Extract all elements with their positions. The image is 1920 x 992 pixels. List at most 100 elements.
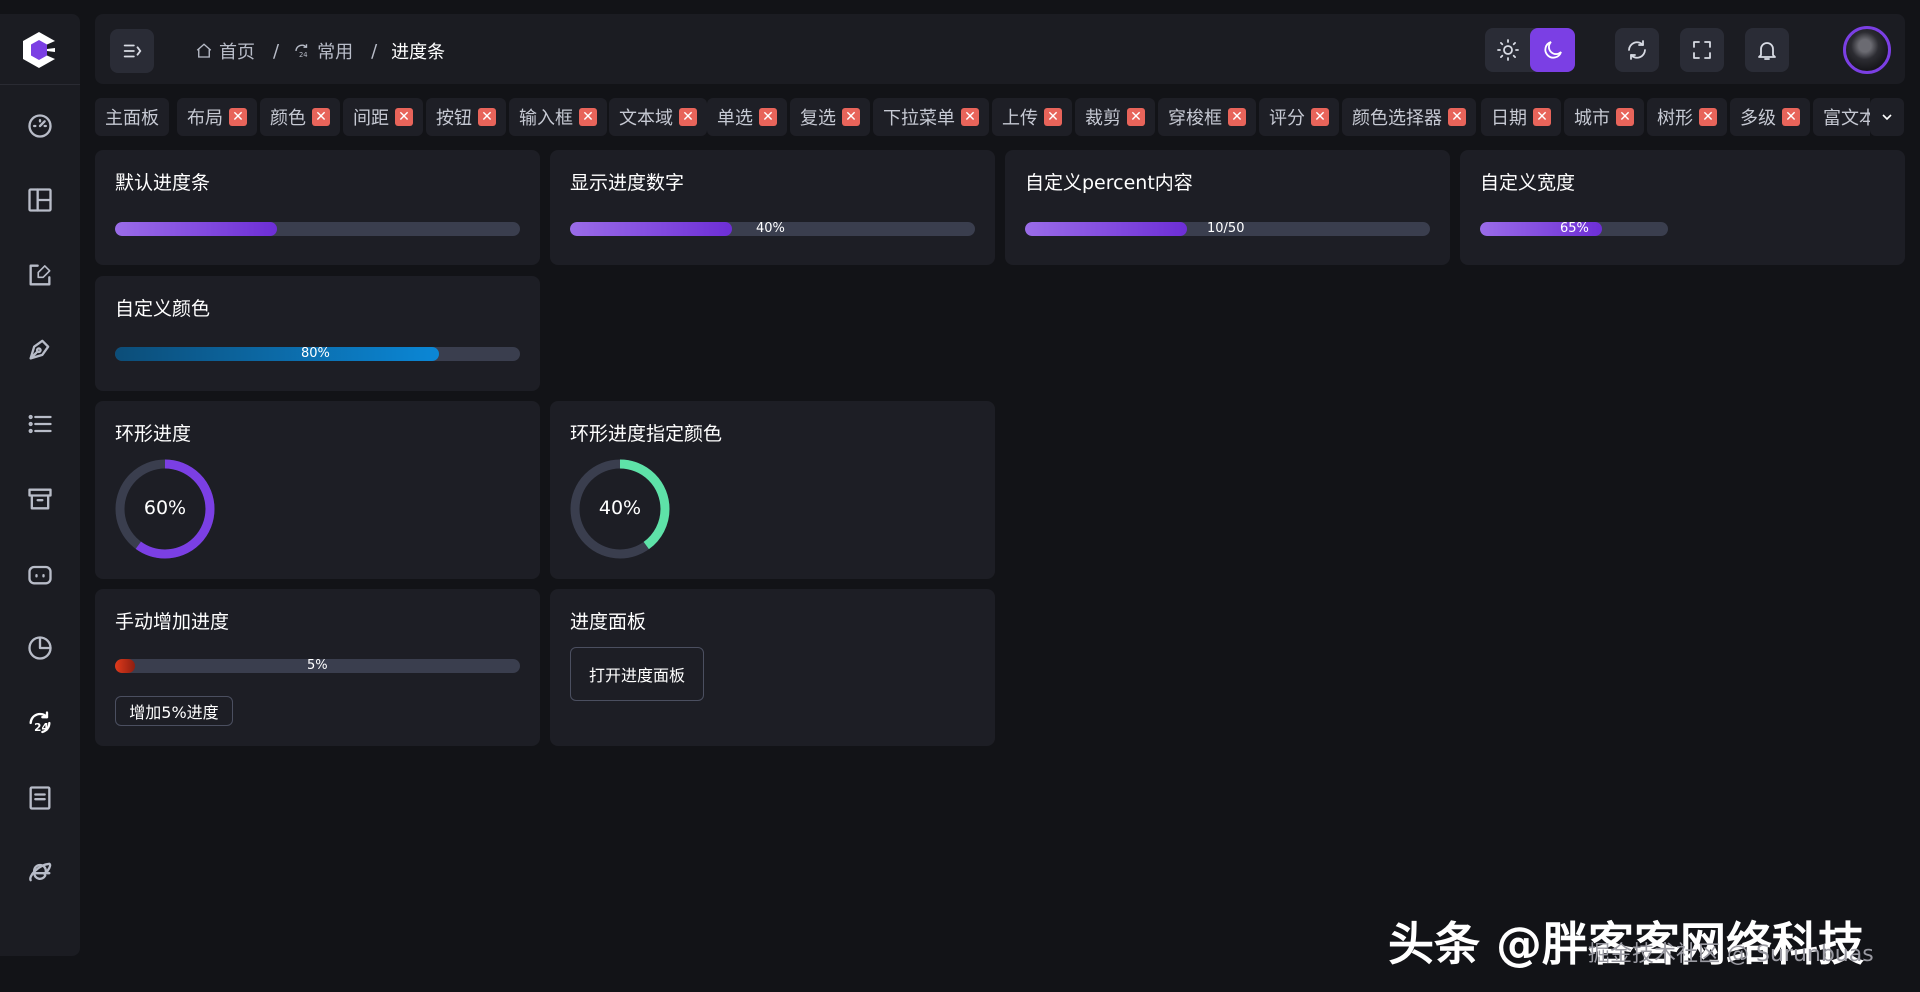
breadcrumb-current: 进度条	[391, 38, 445, 64]
light-theme-button[interactable]	[1485, 28, 1530, 72]
progress-fill	[115, 659, 136, 673]
close-icon[interactable]: ✕	[1044, 108, 1062, 126]
close-icon[interactable]: ✕	[759, 108, 777, 126]
sidebar-item-browser[interactable]	[20, 852, 60, 892]
close-icon[interactable]: ✕	[312, 108, 330, 126]
progress-fill	[115, 222, 277, 236]
tab-color[interactable]: 颜色 ✕	[260, 98, 340, 136]
tab-input[interactable]: 输入框 ✕	[509, 98, 607, 136]
tab-label: 城市	[1574, 108, 1610, 129]
tab-dropdown[interactable]: 下拉菜单 ✕	[873, 98, 989, 136]
card-progress-panel: 进度面板 打开进度面板	[550, 589, 995, 746]
header: 首页 / 24 常用 / 进度条	[95, 14, 1905, 84]
card-title: 自定义percent内容	[1025, 172, 1193, 194]
close-icon[interactable]: ✕	[961, 108, 979, 126]
card-title: 显示进度数字	[570, 172, 685, 194]
card-title: 自定义颜色	[115, 298, 211, 320]
tab-layout[interactable]: 布局 ✕	[177, 98, 257, 136]
progress-label: 80%	[301, 347, 330, 361]
breadcrumb-common-label: 常用	[317, 42, 354, 63]
avatar[interactable]	[1843, 26, 1891, 74]
close-icon[interactable]: ✕	[1228, 108, 1246, 126]
sidebar-item-list[interactable]	[20, 404, 60, 444]
tab-bar: 主面板 布局 ✕ 颜色 ✕ 间距 ✕ 按钮 ✕ 输入框 ✕ 文本域 ✕ 单选 ✕ 复选 ✕ 下拉…	[95, 98, 1870, 136]
close-icon[interactable]: ✕	[1699, 108, 1717, 126]
tab-spacing[interactable]: 间距 ✕	[343, 98, 423, 136]
sidebar-item-common[interactable]: 24	[20, 703, 60, 743]
open-progress-panel-button[interactable]: 打开进度面板	[570, 647, 704, 701]
tab-radio[interactable]: 单选 ✕	[707, 98, 787, 136]
tab-rate[interactable]: 评分 ✕	[1259, 98, 1339, 136]
add-progress-button[interactable]: 增加5%进度	[115, 696, 233, 726]
progress-bar	[115, 222, 520, 236]
sidebar-item-design[interactable]	[20, 329, 60, 369]
breadcrumb-home[interactable]: 首页	[195, 38, 255, 64]
card-title: 手动增加进度	[115, 611, 230, 633]
tabs-more-button[interactable]	[1870, 98, 1904, 136]
refresh-button[interactable]	[1615, 28, 1659, 72]
tab-label: 上传	[1002, 108, 1038, 129]
breadcrumb-common[interactable]: 24 常用	[293, 38, 353, 64]
tab-upload[interactable]: 上传 ✕	[992, 98, 1072, 136]
tab-label: 文本域	[619, 108, 673, 129]
ie-icon	[29, 862, 52, 882]
sidebar-item-dashboard[interactable]	[20, 106, 60, 146]
close-icon[interactable]: ✕	[1127, 108, 1145, 126]
close-icon[interactable]: ✕	[229, 108, 247, 126]
progress-bar: 5%	[115, 659, 520, 673]
tab-textarea[interactable]: 文本域 ✕	[609, 98, 707, 136]
tab-date[interactable]: 日期 ✕	[1481, 98, 1561, 136]
home-icon	[196, 43, 212, 58]
tab-tree[interactable]: 树形 ✕	[1647, 98, 1727, 136]
close-icon[interactable]: ✕	[1311, 108, 1329, 126]
tab-button[interactable]: 按钮 ✕	[426, 98, 506, 136]
close-icon[interactable]: ✕	[579, 108, 597, 126]
tab-label: 裁剪	[1085, 108, 1121, 129]
breadcrumb-current-label: 进度条	[391, 42, 446, 63]
layout-icon	[28, 188, 52, 212]
dashboard-icon	[28, 114, 52, 138]
circle-progress-label: 60%	[143, 497, 187, 519]
theme-switch[interactable]	[1485, 28, 1575, 72]
dark-theme-button[interactable]	[1530, 28, 1575, 72]
close-icon[interactable]: ✕	[1448, 108, 1466, 126]
progress-fill	[570, 222, 732, 236]
sidebar-item-form[interactable]	[20, 255, 60, 295]
app-logo[interactable]	[18, 30, 60, 70]
sidebar-item-document[interactable]	[20, 778, 60, 818]
card-custom-width: 自定义宽度 65%	[1460, 150, 1905, 265]
close-icon[interactable]: ✕	[395, 108, 413, 126]
close-icon[interactable]: ✕	[1616, 108, 1634, 126]
progress-fill	[115, 347, 439, 361]
close-icon[interactable]: ✕	[842, 108, 860, 126]
tab-label: 颜色	[270, 108, 306, 129]
card-title: 自定义宽度	[1480, 172, 1576, 194]
sidebar-item-chart[interactable]	[20, 628, 60, 668]
sidebar-item-robot[interactable]	[20, 554, 60, 594]
close-icon[interactable]: ✕	[478, 108, 496, 126]
collapse-menu-button[interactable]	[110, 29, 154, 73]
tab-city[interactable]: 城市 ✕	[1564, 98, 1644, 136]
tab-color-picker[interactable]: 颜色选择器 ✕	[1342, 98, 1476, 136]
tab-label: 间距	[353, 108, 389, 129]
progress-fill	[1025, 222, 1187, 236]
close-icon[interactable]: ✕	[1533, 108, 1551, 126]
tab-transfer[interactable]: 穿梭框 ✕	[1158, 98, 1256, 136]
close-icon[interactable]: ✕	[1782, 108, 1800, 126]
tab-rich-text[interactable]: 富文本	[1813, 98, 1870, 136]
sidebar-item-archive[interactable]	[20, 479, 60, 519]
menu-fold-icon	[123, 44, 142, 58]
tab-cascader[interactable]: 多级 ✕	[1730, 98, 1810, 136]
tab-checkbox[interactable]: 复选 ✕	[790, 98, 870, 136]
tab-label: 单选	[717, 108, 753, 129]
tab-dashboard[interactable]: 主面板	[95, 98, 169, 136]
progress-bar: 10/50	[1025, 222, 1430, 236]
tab-crop[interactable]: 裁剪 ✕	[1075, 98, 1155, 136]
fullscreen-button[interactable]	[1680, 28, 1724, 72]
notifications-button[interactable]	[1745, 28, 1789, 72]
tab-label: 输入框	[519, 108, 573, 129]
progress-label: 10/50	[1207, 222, 1245, 236]
sidebar-item-layout[interactable]	[20, 180, 60, 220]
tab-label: 颜色选择器	[1352, 108, 1442, 129]
close-icon[interactable]: ✕	[679, 108, 697, 126]
